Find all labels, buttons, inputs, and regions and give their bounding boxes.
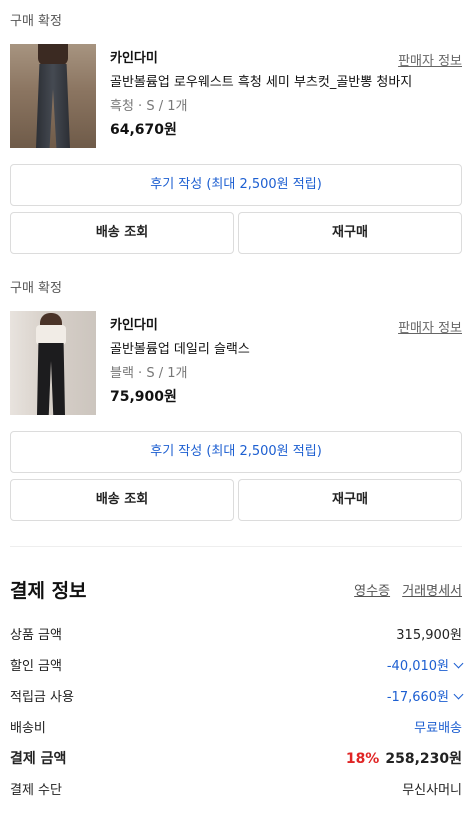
discount-label: 할인 금액 xyxy=(10,659,62,674)
order-card-2: 구매 확정 카인다미 판매자 정보 골반볼륨업 데일리 슬랙스 블랙 · S /… xyxy=(10,279,462,521)
order-card-1: 구매 확정 카인다미 판매자 정보 골반볼륨업 로우웨스트 흑청 세미 부츠컷_… xyxy=(10,12,462,254)
points-value: -17,660원 xyxy=(386,690,449,705)
total-value: 258,230원 xyxy=(385,750,462,767)
product-thumbnail[interactable] xyxy=(10,311,96,415)
payment-method-label: 결제 수단 xyxy=(10,783,62,798)
write-review-button[interactable]: 후기 작성 (최대 2,500원 적립) xyxy=(10,164,462,206)
order-item[interactable]: 카인다미 판매자 정보 골반볼륨업 로우웨스트 흑청 세미 부츠컷_골반뽕 청바… xyxy=(10,44,462,148)
discount-percent: 18% xyxy=(345,750,380,767)
product-name[interactable]: 골반볼륨업 데일리 슬랙스 xyxy=(110,341,462,359)
product-info: 카인다미 판매자 정보 골반볼륨업 데일리 슬랙스 블랙 · S / 1개 75… xyxy=(110,311,462,415)
payment-method-value: 무신사머니 xyxy=(402,783,462,798)
rebuy-button[interactable]: 재구매 xyxy=(238,212,462,254)
order-actions: 배송 조회 재구매 xyxy=(10,212,462,254)
payment-info-section: 결제 정보 영수증 거래명세서 상품 금액 315,900원 할인 금액 -40… xyxy=(10,574,464,804)
seller-info-link[interactable]: 판매자 정보 xyxy=(398,317,462,336)
receipt-link[interactable]: 영수증 xyxy=(354,584,390,599)
chevron-down-icon xyxy=(453,658,464,669)
product-amount-value: 315,900원 xyxy=(396,628,462,643)
discount-toggle[interactable]: -40,010원 xyxy=(386,655,464,674)
order-status: 구매 확정 xyxy=(10,281,62,296)
points-toggle[interactable]: -17,660원 xyxy=(386,686,464,705)
order-status: 구매 확정 xyxy=(10,14,62,29)
product-price: 64,670원 xyxy=(110,122,177,138)
total-row: 결제 금액 18% 258,230원 xyxy=(10,742,462,773)
product-info: 카인다미 판매자 정보 골반볼륨업 로우웨스트 흑청 세미 부츠컷_골반뽕 청바… xyxy=(110,44,462,148)
section-divider xyxy=(10,546,462,547)
points-label: 적립금 사용 xyxy=(10,690,74,705)
total-label: 결제 금액 xyxy=(10,750,67,767)
payment-header: 결제 정보 영수증 거래명세서 xyxy=(10,574,462,604)
product-option: 흑청 · S / 1개 xyxy=(110,99,188,114)
discount-row[interactable]: 할인 금액 -40,010원 xyxy=(10,649,464,680)
points-row[interactable]: 적립금 사용 -17,660원 xyxy=(10,680,464,711)
chevron-down-icon xyxy=(453,689,464,700)
transaction-statement-link[interactable]: 거래명세서 xyxy=(402,584,462,599)
order-actions: 배송 조회 재구매 xyxy=(10,479,462,521)
product-name[interactable]: 골반볼륨업 로우웨스트 흑청 세미 부츠컷_골반뽕 청바지 xyxy=(110,74,462,92)
payment-links: 영수증 거래명세서 xyxy=(346,580,462,599)
product-option: 블랙 · S / 1개 xyxy=(110,366,188,381)
order-item[interactable]: 카인다미 판매자 정보 골반볼륨업 데일리 슬랙스 블랙 · S / 1개 75… xyxy=(10,311,462,415)
track-shipping-button[interactable]: 배송 조회 xyxy=(10,479,234,521)
seller-info-link[interactable]: 판매자 정보 xyxy=(398,50,462,69)
product-price: 75,900원 xyxy=(110,389,177,405)
shipping-fee-row: 배송비 무료배송 xyxy=(10,711,462,742)
rebuy-button[interactable]: 재구매 xyxy=(238,479,462,521)
product-amount-row: 상품 금액 315,900원 xyxy=(10,618,462,649)
write-review-button[interactable]: 후기 작성 (최대 2,500원 적립) xyxy=(10,431,462,473)
discount-value: -40,010원 xyxy=(386,659,449,674)
shipping-fee-label: 배송비 xyxy=(10,721,46,736)
track-shipping-button[interactable]: 배송 조회 xyxy=(10,212,234,254)
payment-title: 결제 정보 xyxy=(10,579,87,602)
payment-method-row: 결제 수단 무신사머니 xyxy=(10,773,462,804)
shipping-fee-value: 무료배송 xyxy=(414,721,462,736)
product-thumbnail[interactable] xyxy=(10,44,96,148)
product-amount-label: 상품 금액 xyxy=(10,628,62,643)
